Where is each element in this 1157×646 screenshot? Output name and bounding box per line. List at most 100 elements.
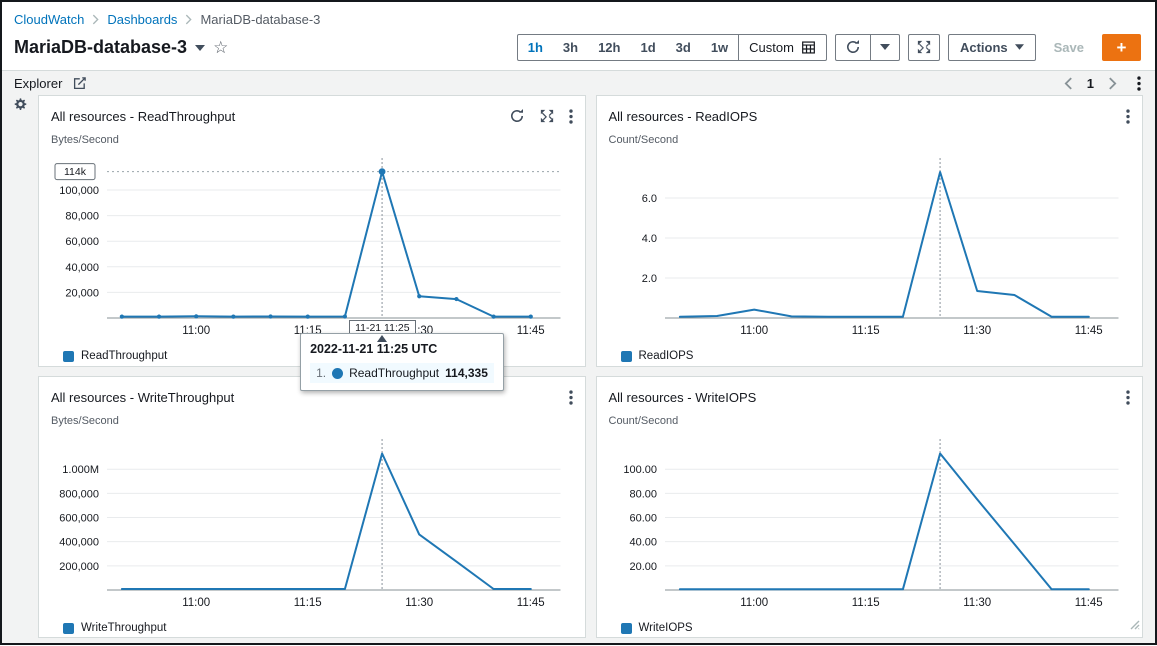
charts-area: All resources - ReadThroughput Bytes/Seco… bbox=[2, 94, 1155, 646]
refresh-group bbox=[835, 34, 900, 61]
chart-kebab-icon[interactable] bbox=[1126, 390, 1130, 405]
svg-text:4.0: 4.0 bbox=[641, 233, 656, 245]
time-range-1h-button[interactable]: 1h bbox=[518, 35, 553, 60]
tooltip-series-value: 114,335 bbox=[445, 366, 488, 380]
time-range-1w-button[interactable]: 1w bbox=[701, 35, 738, 60]
fullscreen-button[interactable] bbox=[908, 34, 940, 61]
breadcrumb-separator-icon bbox=[185, 14, 192, 25]
chart-title: All resources - WriteIOPS bbox=[609, 390, 757, 405]
svg-text:11:15: 11:15 bbox=[851, 325, 879, 337]
svg-text:100,000: 100,000 bbox=[59, 185, 99, 197]
legend-label: ReadThroughput bbox=[81, 350, 167, 362]
refresh-button[interactable] bbox=[836, 35, 870, 60]
svg-text:11:45: 11:45 bbox=[1074, 597, 1102, 609]
chart-kebab-icon[interactable] bbox=[569, 390, 573, 405]
svg-text:11:45: 11:45 bbox=[517, 325, 545, 337]
svg-text:40,000: 40,000 bbox=[65, 262, 99, 274]
breadcrumb-item-dashboards[interactable]: Dashboards bbox=[107, 12, 177, 27]
svg-text:1.000M: 1.000M bbox=[62, 464, 99, 476]
svg-text:100.00: 100.00 bbox=[623, 464, 657, 476]
svg-text:600,000: 600,000 bbox=[59, 513, 99, 525]
explorer-settings-button[interactable] bbox=[12, 96, 29, 113]
svg-text:60,000: 60,000 bbox=[65, 236, 99, 248]
chart-tooltip: 2022-11-21 11:25 UTC1.ReadThroughput114,… bbox=[300, 333, 504, 391]
chart-card-writethroughput: All resources - WriteThroughput Bytes/Sec… bbox=[38, 376, 586, 638]
breadcrumb-separator-icon bbox=[92, 14, 99, 25]
expand-icon bbox=[917, 40, 931, 54]
svg-text:20,000: 20,000 bbox=[65, 287, 99, 299]
time-range-group: 1h3h12h1d3d1w Custom bbox=[517, 34, 827, 61]
explorer-edit-icon[interactable] bbox=[72, 76, 87, 91]
crosshair-caret-icon bbox=[377, 335, 387, 342]
chart-card-writeiops: All resources - WriteIOPSCount/Second20.… bbox=[596, 376, 1144, 638]
legend-label: WriteIOPS bbox=[639, 622, 693, 634]
svg-text:80.00: 80.00 bbox=[629, 488, 657, 500]
resize-handle[interactable] bbox=[1129, 617, 1140, 635]
time-range-12h-button[interactable]: 12h bbox=[588, 35, 630, 60]
add-widget-button[interactable]: + bbox=[1102, 34, 1141, 61]
y-axis-unit-label: Bytes/Second bbox=[51, 134, 573, 148]
refresh-icon bbox=[845, 39, 861, 55]
svg-text:11:15: 11:15 bbox=[294, 597, 322, 609]
actions-button[interactable]: Actions bbox=[948, 34, 1036, 61]
svg-text:11:15: 11:15 bbox=[851, 597, 879, 609]
page-number: 1 bbox=[1087, 76, 1094, 91]
custom-range-label: Custom bbox=[749, 40, 794, 55]
svg-text:6.0: 6.0 bbox=[641, 193, 656, 205]
chart-legend: ReadIOPS bbox=[621, 347, 1131, 365]
toolbar: 1h3h12h1d3d1w Custom bbox=[517, 34, 1141, 61]
time-range-1d-button[interactable]: 1d bbox=[630, 35, 665, 60]
dashboard-menu-kebab-icon[interactable] bbox=[1137, 76, 1141, 91]
chart-plot[interactable]: 200,000400,000600,000800,0001.000M11:001… bbox=[51, 431, 573, 619]
breadcrumb-item-cloudwatch[interactable]: CloudWatch bbox=[14, 12, 84, 27]
y-axis-unit-label: Bytes/Second bbox=[51, 415, 573, 429]
chart-title: All resources - ReadIOPS bbox=[609, 109, 758, 124]
caret-down-icon bbox=[1015, 44, 1024, 50]
svg-text:11:00: 11:00 bbox=[182, 325, 210, 337]
svg-text:11:00: 11:00 bbox=[740, 597, 768, 609]
chart-legend: WriteIOPS bbox=[621, 619, 1131, 637]
tooltip-series-name: ReadThroughput bbox=[349, 366, 439, 380]
title-caret-down-icon[interactable] bbox=[195, 45, 205, 51]
chart-grid: All resources - ReadThroughput Bytes/Seco… bbox=[38, 95, 1143, 638]
chart-expand-icon[interactable] bbox=[540, 109, 554, 123]
chart-title: All resources - ReadThroughput bbox=[51, 109, 235, 124]
chart-kebab-icon[interactable] bbox=[1126, 109, 1130, 124]
explorer-bar: Explorer 1 bbox=[2, 71, 1155, 94]
legend-swatch-icon bbox=[621, 351, 632, 362]
svg-text:800,000: 800,000 bbox=[59, 488, 99, 500]
svg-text:114k: 114k bbox=[64, 166, 87, 178]
page-next-chevron-icon[interactable] bbox=[1108, 77, 1117, 90]
breadcrumb-item-mariadb-database-3: MariaDB-database-3 bbox=[200, 12, 320, 27]
tooltip-timestamp: 2022-11-21 11:25 UTC bbox=[310, 342, 494, 356]
svg-text:2.0: 2.0 bbox=[641, 273, 656, 285]
custom-range-button[interactable]: Custom bbox=[738, 35, 826, 60]
calendar-icon bbox=[801, 40, 816, 55]
chart-card-readiops: All resources - ReadIOPSCount/Second2.04… bbox=[596, 95, 1144, 367]
svg-text:60.00: 60.00 bbox=[629, 513, 657, 525]
chart-kebab-icon[interactable] bbox=[569, 109, 573, 124]
tooltip-series-dot-icon bbox=[332, 368, 343, 379]
page-previous-chevron-icon[interactable] bbox=[1064, 77, 1073, 90]
time-range-3d-button[interactable]: 3d bbox=[666, 35, 701, 60]
actions-label: Actions bbox=[960, 40, 1008, 55]
explorer-label: Explorer bbox=[14, 76, 62, 91]
title-row: MariaDB-database-3 ☆ 1h3h12h1d3d1w Custo… bbox=[14, 32, 1141, 62]
chart-plot[interactable]: 20,00040,00060,00080,000100,00011:0011:1… bbox=[51, 150, 573, 347]
gear-icon bbox=[12, 96, 29, 113]
svg-text:11:30: 11:30 bbox=[963, 597, 991, 609]
chart-refresh-icon[interactable] bbox=[509, 108, 525, 124]
svg-text:11:30: 11:30 bbox=[405, 597, 433, 609]
chart-plot[interactable]: 20.0040.0060.0080.00100.0011:0011:1511:3… bbox=[609, 431, 1131, 619]
y-axis-unit-label: Count/Second bbox=[609, 415, 1131, 429]
favorite-star-icon[interactable]: ☆ bbox=[213, 39, 228, 56]
caret-down-icon bbox=[880, 44, 890, 50]
save-button[interactable]: Save bbox=[1044, 40, 1094, 55]
header: CloudWatch Dashboards MariaDB-database-3 M… bbox=[2, 2, 1155, 71]
time-range-3h-button[interactable]: 3h bbox=[553, 35, 588, 60]
chart-title: All resources - WriteThroughput bbox=[51, 390, 234, 405]
svg-text:11:00: 11:00 bbox=[740, 325, 768, 337]
refresh-options-button[interactable] bbox=[870, 35, 899, 60]
chart-plot[interactable]: 2.04.06.011:0011:1511:3011:45 bbox=[609, 150, 1131, 347]
legend-label: WriteThroughput bbox=[81, 622, 166, 634]
